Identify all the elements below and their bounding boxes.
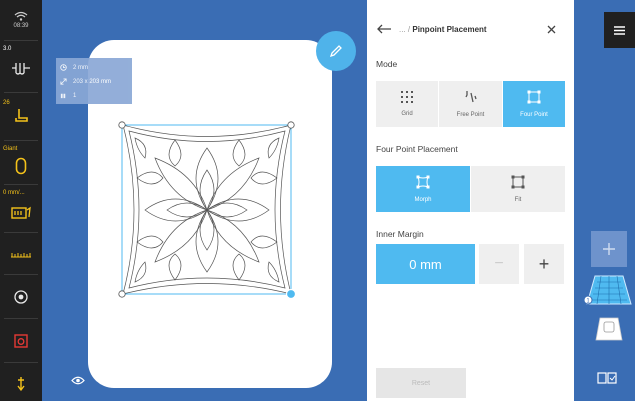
pencil-icon	[329, 45, 342, 58]
margin-increase-button[interactable]: +	[524, 244, 564, 284]
presser-foot-value: 26	[3, 100, 10, 106]
hamburger-icon	[614, 25, 625, 35]
info-value-3: 1	[73, 92, 77, 99]
quilt-pattern	[122, 124, 292, 295]
fit-button[interactable]: Fit	[471, 166, 565, 212]
corner-handle-top-right[interactable]	[287, 121, 295, 129]
minus-icon: −	[494, 255, 504, 272]
eye-icon	[71, 376, 85, 385]
panel-header: ... / Pinpoint Placement	[367, 0, 574, 46]
camera-button[interactable]	[0, 326, 42, 356]
info-value-2: 203 x 203 mm	[73, 78, 112, 85]
mode-four-point-button[interactable]: Four Point	[503, 81, 565, 127]
free-point-icon	[464, 91, 477, 103]
corner-handle-bottom-left[interactable]	[118, 290, 126, 298]
corner-handle-top-left[interactable]	[118, 121, 126, 129]
speed-button[interactable]: 0 mm/...	[0, 188, 42, 228]
speed-icon	[11, 206, 31, 219]
visibility-toggle[interactable]	[71, 372, 85, 390]
mode-grid-button[interactable]: Grid	[376, 81, 438, 127]
mode-label: Mode	[376, 59, 398, 69]
fit-label: Fit	[514, 197, 522, 203]
layer-thumbnail[interactable]	[594, 316, 624, 344]
layers-icon	[60, 93, 66, 99]
clock-icon	[60, 64, 67, 71]
breadcrumb: ... /	[399, 25, 411, 34]
mode-grid-label: Grid	[401, 111, 413, 117]
camera-icon	[14, 334, 28, 348]
grid-icon	[401, 91, 413, 103]
mode-free-point-button[interactable]: Free Point	[439, 81, 502, 127]
wifi-icon	[14, 11, 28, 21]
pinpoint-panel: ... / Pinpoint Placement Mode Grid Free …	[367, 0, 574, 401]
presser-foot-icon	[15, 109, 28, 122]
menu-button[interactable]	[604, 12, 635, 48]
design-view-toggle[interactable]	[597, 371, 617, 389]
morph-button[interactable]: Morph	[376, 166, 470, 212]
stitch-length-icon	[12, 63, 30, 75]
needle-down-button[interactable]	[0, 370, 42, 398]
left-toolbar: 08:39 3.0 26 Giant 0 mm/...	[0, 0, 42, 401]
close-icon[interactable]	[547, 25, 556, 34]
info-row-count: 1	[60, 92, 76, 99]
page-title: Pinpoint Placement	[412, 25, 487, 34]
layer-thumbnail-icon: 1	[583, 275, 632, 305]
morph-label: Morph	[414, 197, 432, 203]
fit-icon	[511, 175, 525, 189]
add-design-button[interactable]	[591, 231, 627, 267]
design-info-box: 2 mm 203 x 203 mm 1	[56, 58, 132, 104]
layer-thumbnail-icon	[595, 317, 623, 341]
plus-icon: +	[538, 253, 550, 274]
speed-value: 0 mm/...	[3, 190, 25, 196]
mode-four-point-label: Four Point	[520, 112, 548, 118]
four-point-placement-label: Four Point Placement	[376, 144, 458, 154]
info-value-1: 2 mm	[73, 64, 88, 71]
morph-icon	[416, 175, 430, 189]
stitch-length-button[interactable]: 3.0	[0, 46, 42, 90]
ruler-icon	[11, 253, 31, 258]
compare-icon	[597, 372, 617, 384]
layer-thumbnail-selected[interactable]: 1	[583, 274, 633, 308]
edit-button[interactable]	[316, 31, 356, 71]
needle-position-button[interactable]	[0, 282, 42, 312]
clock: 08:39	[13, 23, 29, 29]
panel-title: ... / Pinpoint Placement	[399, 25, 487, 34]
hoop-button[interactable]: Giant	[0, 144, 42, 180]
inner-margin-label: Inner Margin	[376, 229, 424, 239]
corner-handle-bottom-right[interactable]	[285, 288, 297, 300]
info-row-dimensions: 203 x 203 mm	[60, 78, 111, 85]
stitch-length-value: 3.0	[3, 46, 12, 52]
info-row-size: 2 mm	[60, 64, 88, 71]
inner-margin-value[interactable]: 0 mm	[376, 244, 475, 284]
hoop-value: Giant	[3, 146, 18, 152]
margin-decrease-button[interactable]: −	[479, 244, 519, 284]
presser-foot-button[interactable]: 26	[0, 96, 42, 136]
resize-icon	[60, 78, 67, 85]
needle-position-icon	[14, 290, 28, 304]
plus-icon	[603, 243, 615, 255]
hoop-icon	[15, 157, 27, 175]
status-area: 08:39	[0, 2, 42, 38]
back-arrow-icon[interactable]	[376, 24, 392, 34]
four-point-icon	[527, 90, 541, 104]
needle-down-icon	[17, 377, 25, 392]
embroidery-design[interactable]	[115, 118, 300, 303]
ruler-button[interactable]	[0, 240, 42, 270]
reset-button[interactable]: Reset	[376, 368, 466, 398]
mode-free-point-label: Free Point	[456, 112, 485, 118]
